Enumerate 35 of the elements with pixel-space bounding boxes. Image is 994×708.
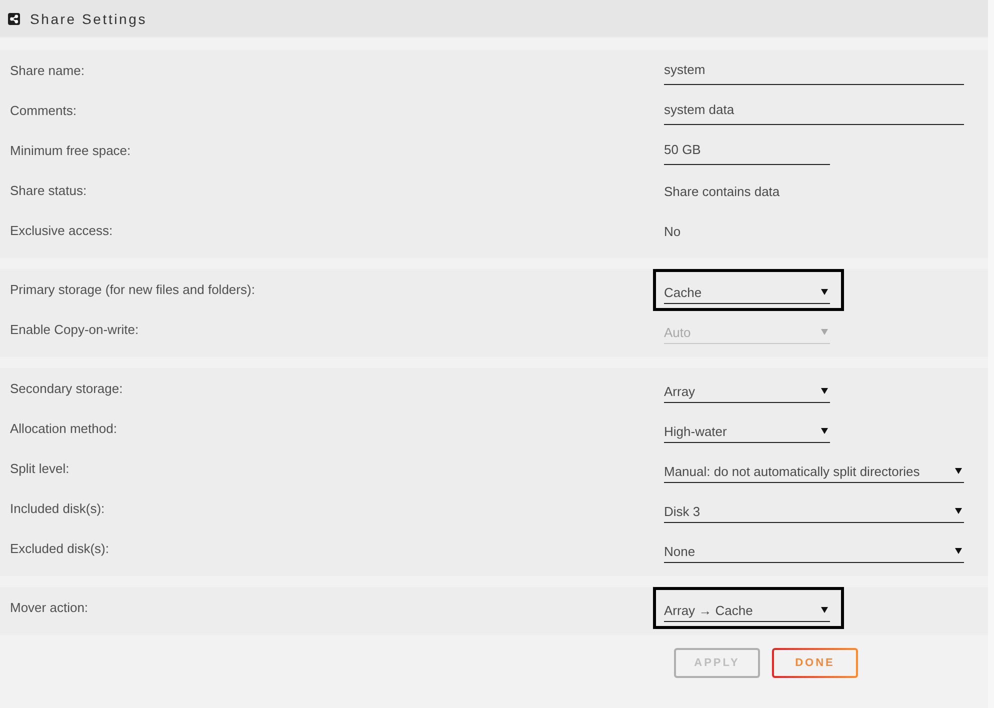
caret-icon	[821, 328, 828, 334]
field-label: Exclusive access:	[9, 222, 114, 238]
text-input[interactable]: 50 GB	[664, 138, 830, 164]
field-label: Minimum free space:	[9, 142, 132, 158]
caret-icon	[955, 468, 962, 474]
dropdown[interactable]: High-water	[664, 416, 830, 442]
caret-icon	[821, 288, 828, 294]
status-text: No	[664, 224, 681, 238]
dropdown[interactable]: None	[664, 536, 964, 562]
header-title: Share Settings	[30, 10, 148, 26]
share-icon	[8, 12, 20, 24]
caret-icon	[955, 508, 962, 514]
caret-icon	[821, 428, 828, 434]
field-label: Primary storage (for new files and folders):	[9, 282, 256, 296]
field-label: Secondary storage:	[9, 380, 124, 396]
field-label: Included disk(s):	[9, 500, 106, 516]
caret-icon	[955, 548, 962, 554]
field-label: Enable Copy-on-write:	[9, 322, 140, 336]
status-text: Share contains data	[664, 184, 780, 198]
field-label: Mover action:	[9, 600, 90, 614]
caret-icon	[821, 606, 828, 612]
field-label: Share status:	[9, 182, 88, 198]
caret-icon	[821, 388, 828, 394]
field-label: Excluded disk(s):	[9, 540, 110, 556]
text-input[interactable]: system	[664, 58, 964, 84]
field-label: Comments:	[9, 102, 78, 118]
field-label: Split level:	[9, 460, 70, 476]
dropdown[interactable]: Array	[664, 376, 830, 402]
dropdown[interactable]: Cache	[664, 276, 830, 304]
dropdown[interactable]: Disk 3	[664, 496, 964, 522]
field-label: Share name:	[9, 62, 86, 78]
text-input[interactable]: system data	[664, 98, 964, 124]
dropdown[interactable]: Manual: do not automatically split directories	[664, 456, 964, 482]
dropdown[interactable]: Array → Cache	[664, 594, 830, 622]
field-label: Allocation method:	[9, 420, 118, 436]
